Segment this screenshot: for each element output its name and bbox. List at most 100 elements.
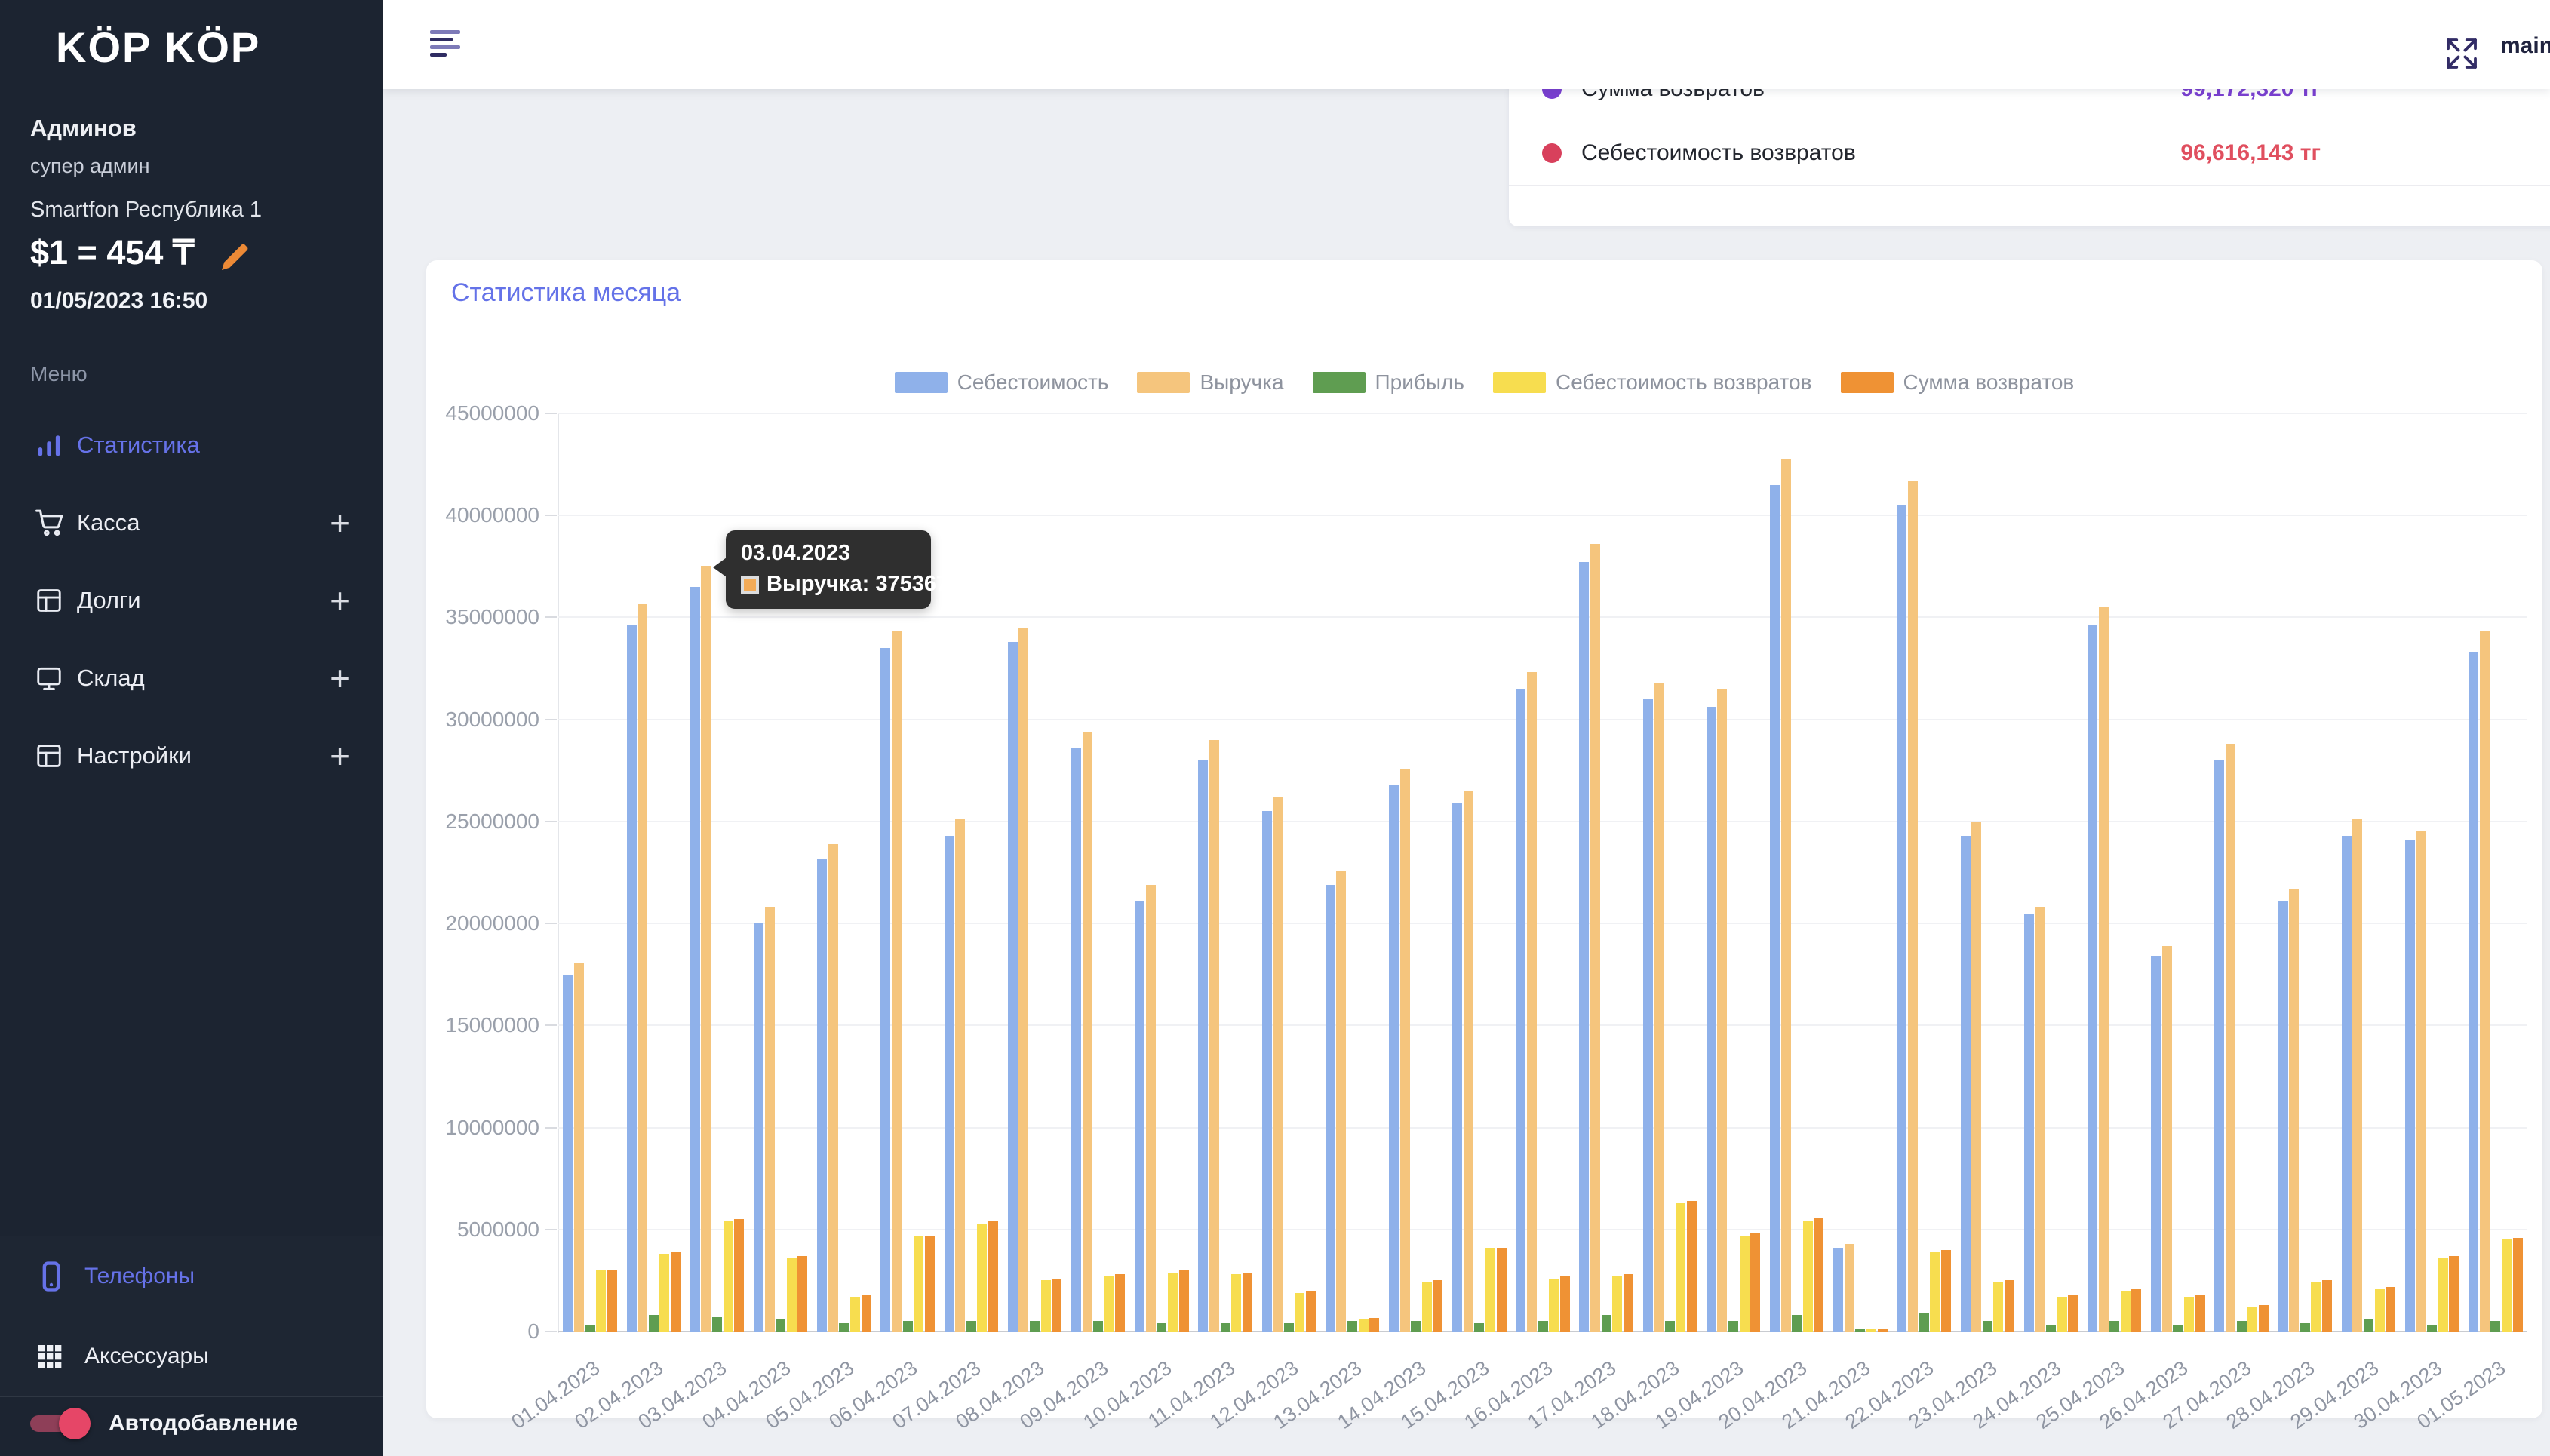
- returns-row-cost[interactable]: Себестоимость возвратов 96,616,143 тг: [1509, 121, 2550, 185]
- bar-2-16[interactable]: [1602, 1315, 1611, 1332]
- bar-4-13[interactable]: [1433, 1280, 1442, 1332]
- bar-2-1[interactable]: [649, 1315, 659, 1332]
- bar-4-14[interactable]: [1497, 1248, 1507, 1332]
- bar-2-9[interactable]: [1157, 1323, 1166, 1332]
- menu-hamburger-icon[interactable]: [430, 30, 463, 60]
- bar-1-2[interactable]: [701, 566, 711, 1332]
- legend-item-1[interactable]: Выручка: [1137, 370, 1283, 395]
- bar-4-3[interactable]: [797, 1256, 807, 1332]
- bar-3-19[interactable]: [1803, 1221, 1813, 1332]
- topbar-user-label[interactable]: main: [2500, 33, 2550, 59]
- bar-4-16[interactable]: [1624, 1274, 1633, 1332]
- bar-3-17[interactable]: [1676, 1203, 1685, 1332]
- bar-1-6[interactable]: [955, 819, 965, 1332]
- bar-0-25[interactable]: [2151, 956, 2161, 1332]
- bar-1-0[interactable]: [574, 963, 584, 1332]
- bar-3-30[interactable]: [2502, 1239, 2512, 1332]
- bar-1-12[interactable]: [1336, 871, 1346, 1332]
- bar-3-13[interactable]: [1422, 1282, 1432, 1332]
- legend-item-4[interactable]: Сумма возвратов: [1841, 370, 2075, 395]
- expand-plus-icon[interactable]: +: [330, 658, 350, 699]
- bar-0-26[interactable]: [2214, 760, 2224, 1332]
- bar-0-3[interactable]: [754, 923, 763, 1332]
- bar-2-20[interactable]: [1855, 1329, 1865, 1332]
- bar-0-15[interactable]: [1516, 689, 1525, 1332]
- sidebar-item-cashbox[interactable]: Касса +: [0, 484, 383, 561]
- bar-4-21[interactable]: [1941, 1250, 1951, 1332]
- bar-1-26[interactable]: [2226, 744, 2235, 1332]
- bar-2-13[interactable]: [1411, 1321, 1421, 1332]
- bar-0-20[interactable]: [1833, 1248, 1843, 1332]
- bar-0-16[interactable]: [1579, 562, 1589, 1332]
- sidebar-item-accessories[interactable]: Аксессуары: [0, 1316, 383, 1396]
- bar-0-30[interactable]: [2469, 652, 2478, 1332]
- bar-3-21[interactable]: [1930, 1252, 1940, 1332]
- bar-0-29[interactable]: [2405, 840, 2415, 1332]
- bar-3-24[interactable]: [2121, 1291, 2131, 1332]
- bar-1-23[interactable]: [2035, 907, 2045, 1332]
- bar-3-14[interactable]: [1485, 1248, 1495, 1332]
- bar-4-22[interactable]: [2005, 1280, 2014, 1332]
- bar-0-9[interactable]: [1135, 901, 1144, 1332]
- fullscreen-expand-icon[interactable]: [2441, 33, 2482, 74]
- bar-1-14[interactable]: [1464, 791, 1473, 1332]
- bar-1-20[interactable]: [1845, 1244, 1854, 1332]
- bar-2-26[interactable]: [2237, 1321, 2247, 1332]
- bar-4-7[interactable]: [1052, 1279, 1061, 1332]
- bar-1-13[interactable]: [1400, 769, 1410, 1332]
- bar-3-10[interactable]: [1231, 1274, 1241, 1332]
- bar-2-6[interactable]: [966, 1321, 976, 1332]
- bar-3-22[interactable]: [1993, 1282, 2003, 1332]
- bar-2-15[interactable]: [1538, 1321, 1548, 1332]
- bar-1-7[interactable]: [1018, 628, 1028, 1332]
- bar-0-4[interactable]: [817, 859, 827, 1332]
- bar-3-5[interactable]: [914, 1236, 923, 1332]
- bar-0-8[interactable]: [1071, 748, 1081, 1332]
- bar-3-23[interactable]: [2057, 1297, 2067, 1332]
- sidebar-item-phones[interactable]: Телефоны: [0, 1236, 383, 1316]
- expand-plus-icon[interactable]: +: [330, 736, 350, 776]
- bar-2-4[interactable]: [839, 1323, 849, 1332]
- bar-4-1[interactable]: [671, 1252, 681, 1332]
- bar-4-23[interactable]: [2068, 1295, 2078, 1332]
- bar-2-28[interactable]: [2364, 1319, 2373, 1332]
- bar-2-10[interactable]: [1221, 1323, 1230, 1332]
- bar-3-9[interactable]: [1168, 1273, 1178, 1332]
- bar-2-17[interactable]: [1665, 1321, 1675, 1332]
- bar-4-11[interactable]: [1306, 1291, 1316, 1332]
- sidebar-item-debts[interactable]: Долги +: [0, 561, 383, 639]
- bar-1-25[interactable]: [2162, 946, 2172, 1332]
- bar-3-29[interactable]: [2438, 1258, 2448, 1332]
- bar-2-0[interactable]: [585, 1325, 595, 1332]
- bar-1-15[interactable]: [1527, 672, 1537, 1332]
- bar-1-8[interactable]: [1083, 732, 1092, 1332]
- bar-4-10[interactable]: [1243, 1273, 1252, 1332]
- bar-4-25[interactable]: [2195, 1295, 2205, 1332]
- bar-1-17[interactable]: [1654, 683, 1664, 1332]
- bar-3-20[interactable]: [1866, 1329, 1876, 1332]
- sidebar-item-statistics[interactable]: Статистика: [0, 406, 383, 484]
- bar-3-28[interactable]: [2375, 1289, 2385, 1332]
- bar-1-24[interactable]: [2099, 607, 2109, 1332]
- bar-2-24[interactable]: [2109, 1321, 2119, 1332]
- legend-item-3[interactable]: Себестоимость возвратов: [1493, 370, 1812, 395]
- bar-2-5[interactable]: [903, 1321, 913, 1332]
- bar-2-7[interactable]: [1030, 1321, 1040, 1332]
- sidebar-item-settings[interactable]: Настройки +: [0, 717, 383, 794]
- bar-3-8[interactable]: [1104, 1276, 1114, 1332]
- bar-4-29[interactable]: [2449, 1256, 2459, 1332]
- bar-1-16[interactable]: [1590, 544, 1600, 1332]
- bar-1-30[interactable]: [2480, 631, 2490, 1332]
- autoadd-toggle[interactable]: [30, 1415, 88, 1432]
- bar-4-15[interactable]: [1560, 1276, 1570, 1332]
- expand-plus-icon[interactable]: +: [330, 580, 350, 621]
- bar-3-27[interactable]: [2311, 1282, 2321, 1332]
- bar-1-22[interactable]: [1971, 822, 1981, 1332]
- bar-3-6[interactable]: [977, 1224, 987, 1332]
- bar-0-0[interactable]: [563, 975, 573, 1332]
- bar-0-10[interactable]: [1198, 760, 1208, 1332]
- bar-4-0[interactable]: [607, 1270, 617, 1332]
- bar-0-17[interactable]: [1643, 699, 1653, 1332]
- legend-item-2[interactable]: Прибыль: [1313, 370, 1464, 395]
- bar-2-22[interactable]: [1983, 1321, 1992, 1332]
